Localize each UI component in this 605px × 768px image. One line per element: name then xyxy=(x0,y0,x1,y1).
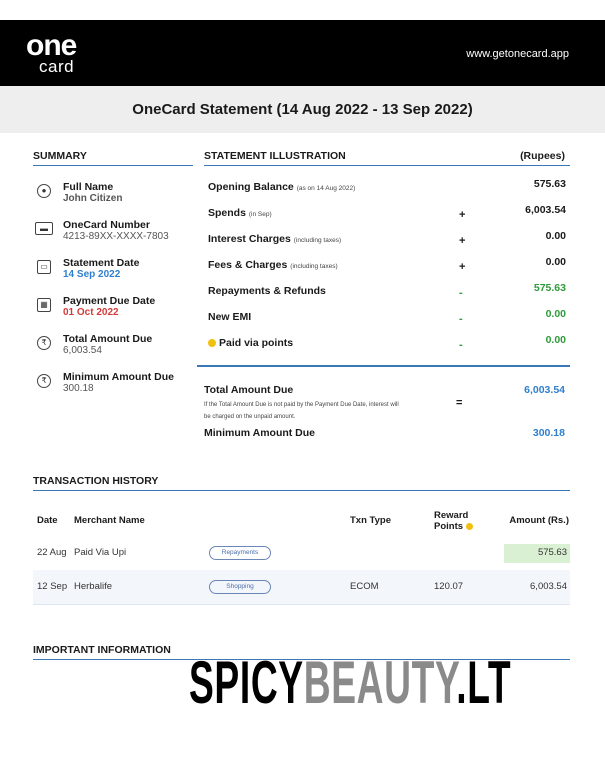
summary-value: 300.18 xyxy=(63,383,94,394)
txn-amount: 6,003.54 xyxy=(530,581,567,592)
summary-value: 14 Sep 2022 xyxy=(63,269,121,280)
illustration-amount: 0.00 xyxy=(545,334,566,346)
txn-type: ECOM xyxy=(350,581,379,592)
summary-value: John Citizen xyxy=(63,193,123,204)
operator: - xyxy=(459,287,463,299)
illustration-amount: 0.00 xyxy=(545,308,566,320)
illustration-row-fees: Fees & Charges (including taxes) + 0.00 xyxy=(204,256,570,273)
table-bottom-rule xyxy=(33,604,570,605)
summary-label: Statement Date xyxy=(63,257,140,269)
summary-label: Payment Due Date xyxy=(63,295,156,307)
txn-merchant: Herbalife xyxy=(74,581,113,592)
illustration-amount: 0.00 xyxy=(545,230,566,242)
illustration-rule xyxy=(204,165,570,166)
illustration-label: Paid via points xyxy=(208,337,293,349)
illustration-label: New EMI xyxy=(208,311,252,323)
points-coin-icon xyxy=(465,522,473,530)
calendar-icon: ▭ xyxy=(37,260,51,274)
total-amount-due-note: If the Total Amount Due is not paid by t… xyxy=(204,402,399,420)
onecard-logo: one card xyxy=(26,31,106,77)
card-icon: ▬ xyxy=(35,222,53,235)
minimum-amount-due-value: 300.18 xyxy=(532,427,565,439)
calendar-due-icon: ▦ xyxy=(37,298,51,312)
txn-merchant: Paid Via Upi xyxy=(74,547,127,558)
summary-value: 6,003.54 xyxy=(63,345,102,356)
illustration-row-interest: Interest Charges (including taxes) + 0.0… xyxy=(204,230,570,247)
operator: + xyxy=(459,261,466,273)
header-bar: one card www.getonecard.app xyxy=(0,20,605,86)
col-reward-points: Reward Points xyxy=(434,510,478,532)
summary-label: Full Name xyxy=(63,181,114,193)
category-tag: Repayments xyxy=(209,546,271,560)
illustration-label: Repayments & Refunds xyxy=(208,285,326,297)
illustration-label: Opening Balance (as on 14 Aug 2022) xyxy=(208,181,356,193)
rupee-icon: ₹ xyxy=(37,336,51,350)
col-txn-type: Txn Type xyxy=(350,515,391,526)
summary-value: 4213-89XX-XXXX-7803 xyxy=(63,231,169,242)
category-tag: Shopping xyxy=(209,580,271,594)
important-info-heading: IMPORTANT INFORMATION xyxy=(33,644,171,656)
operator: + xyxy=(459,209,466,221)
illustration-row-new-emi: New EMI - 0.00 xyxy=(204,308,570,325)
illustration-amount: 6,003.54 xyxy=(525,204,566,216)
statement-title: OneCard Statement (14 Aug 2022 - 13 Sep … xyxy=(132,101,473,118)
website-link[interactable]: www.getonecard.app xyxy=(466,48,569,60)
illustration-row-paid-via-points: Paid via points - 0.00 xyxy=(204,334,570,351)
illustration-row-repayments: Repayments & Refunds - 575.63 xyxy=(204,282,570,299)
illustration-amount: 575.63 xyxy=(533,282,566,294)
summary-heading: SUMMARY xyxy=(33,150,87,162)
title-band: OneCard Statement (14 Aug 2022 - 13 Sep … xyxy=(0,86,605,133)
summary-label: Minimum Amount Due xyxy=(63,371,175,383)
transaction-history-rule xyxy=(33,490,570,491)
illustration-total-rule xyxy=(197,365,570,367)
watermark-part-1: SPICY xyxy=(189,649,304,716)
points-coin-icon xyxy=(208,339,216,348)
table-row[interactable]: 22 Aug Paid Via Upi Repayments 575.63 xyxy=(33,536,570,570)
table-row[interactable]: 12 Sep Herbalife Shopping ECOM 120.07 6,… xyxy=(33,570,570,604)
watermark-part-2: BEAUTY xyxy=(303,649,457,716)
total-amount-due-value: 6,003.54 xyxy=(524,384,565,396)
equals-operator: = xyxy=(456,397,463,409)
minimum-amount-due-label: Minimum Amount Due xyxy=(204,427,316,439)
txn-date: 22 Aug xyxy=(37,547,67,558)
txn-date: 12 Sep xyxy=(37,581,68,592)
illustration-amount: 575.63 xyxy=(533,178,566,190)
txn-points: 120.07 xyxy=(434,581,464,592)
illustration-amount: 0.00 xyxy=(545,256,566,268)
summary-rule xyxy=(33,165,193,166)
rupee-icon: ₹ xyxy=(37,374,51,388)
watermark: SPICYBEAUTY.LT xyxy=(189,653,511,713)
transaction-history-heading: TRANSACTION HISTORY xyxy=(33,475,159,487)
operator: - xyxy=(459,339,463,351)
illustration-row-spends: Spends (in Sep) + 6,003.54 xyxy=(204,204,570,221)
illustration-label: Spends (in Sep) xyxy=(208,207,272,219)
illustration-row-opening-balance: Opening Balance (as on 14 Aug 2022) 575.… xyxy=(204,178,570,195)
illustration-label: Fees & Charges (including taxes) xyxy=(208,259,338,271)
total-amount-due-label: Total Amount Due xyxy=(204,384,294,396)
col-amount: Amount (Rs.) xyxy=(509,515,569,526)
txn-amount: 575.63 xyxy=(537,547,567,558)
illustration-unit: (Rupees) xyxy=(520,150,565,162)
summary-label: Total Amount Due xyxy=(63,333,153,345)
col-merchant: Merchant Name xyxy=(74,515,145,526)
watermark-part-3: .LT xyxy=(456,649,512,716)
col-date: Date xyxy=(37,515,58,526)
operator: + xyxy=(459,235,466,247)
summary-value: 01 Oct 2022 xyxy=(63,307,119,318)
operator: - xyxy=(459,313,463,325)
illustration-heading: STATEMENT ILLUSTRATION xyxy=(204,150,346,162)
summary-label: OneCard Number xyxy=(63,219,150,231)
logo-card-text: card xyxy=(39,57,75,76)
illustration-label: Interest Charges (including taxes) xyxy=(208,233,342,245)
user-icon: ● xyxy=(37,184,51,198)
